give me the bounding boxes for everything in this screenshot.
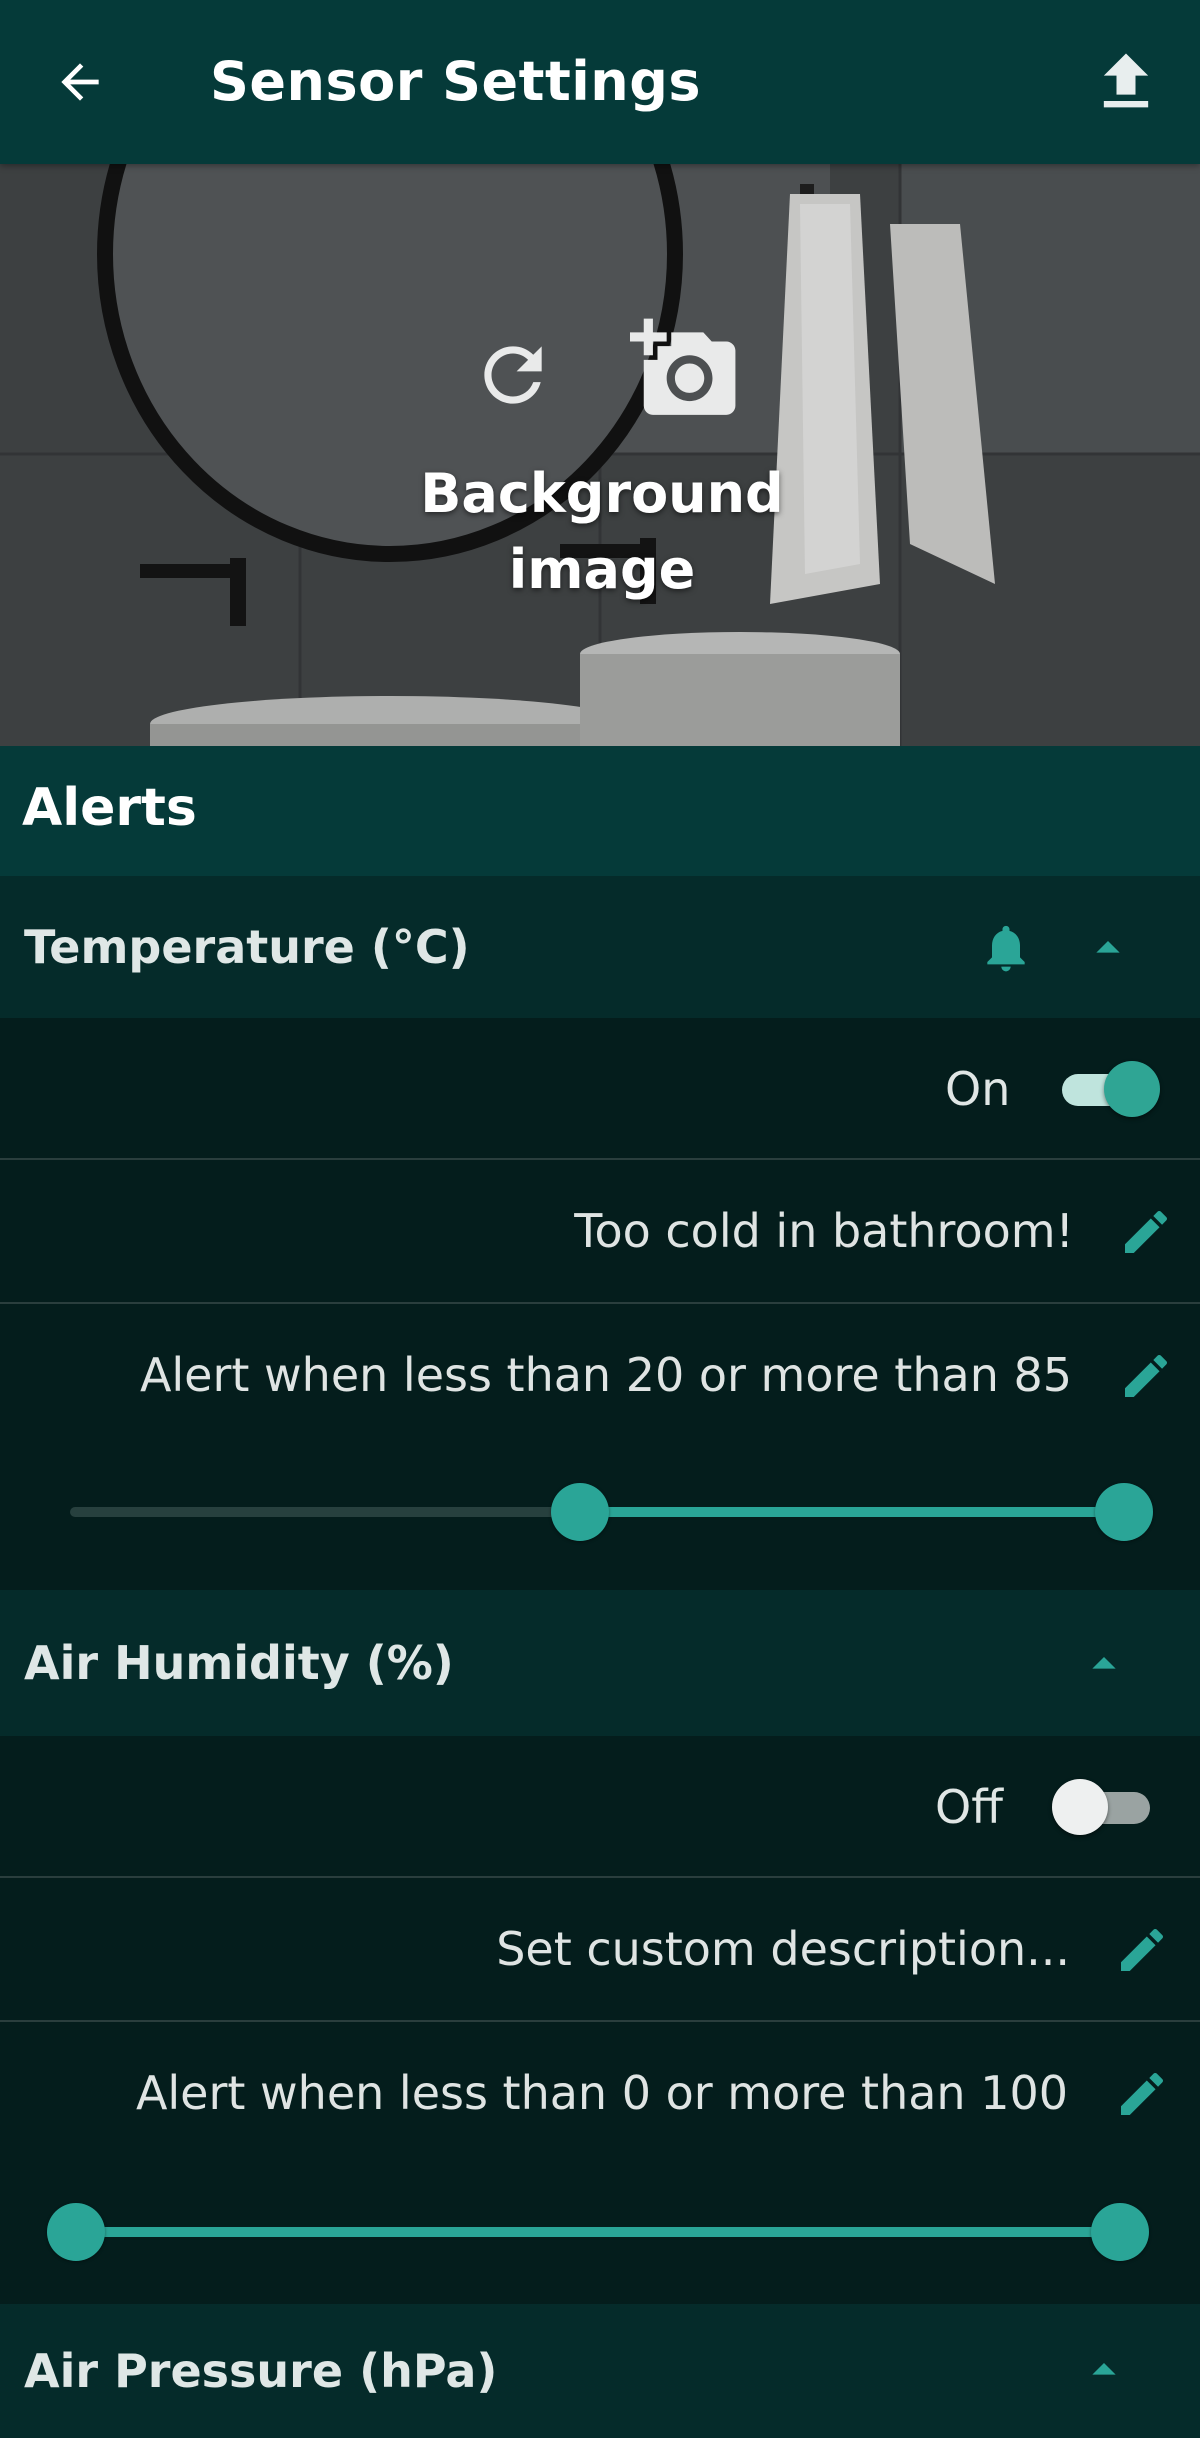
humidity-description-row[interactable]: Set custom description... bbox=[0, 1878, 1200, 2022]
humidity-range-row: Alert when less than 0 or more than 100 bbox=[0, 2022, 1200, 2304]
alert-range-text: Alert when less than 20 or more than 85 bbox=[139, 1348, 1072, 1402]
top-app-bar: Sensor Settings bbox=[0, 0, 1200, 164]
sensor-settings-screen: Sensor Settings Background image Alerts … bbox=[0, 0, 1200, 2438]
upload-icon[interactable] bbox=[1088, 44, 1164, 120]
refresh-icon[interactable] bbox=[470, 332, 556, 418]
toggle-state-label: On bbox=[945, 1062, 1011, 1116]
add-photo-icon[interactable] bbox=[630, 314, 740, 424]
collapse-caret-icon[interactable] bbox=[1076, 1636, 1132, 1692]
alerts-header: Alerts bbox=[0, 746, 1200, 876]
background-actions: Background image bbox=[0, 164, 1200, 746]
page-title: Sensor Settings bbox=[210, 50, 702, 113]
range-low-handle[interactable] bbox=[551, 1483, 609, 1541]
edit-pencil-icon[interactable] bbox=[1118, 1204, 1174, 1260]
temperature-range-slider[interactable] bbox=[0, 1472, 1200, 1552]
humidity-range-slider[interactable] bbox=[0, 2192, 1200, 2272]
temperature-alert-toggle[interactable] bbox=[1056, 1059, 1160, 1119]
temperature-range-row: Alert when less than 20 or more than 85 bbox=[0, 1304, 1200, 1590]
background-image-label: Background image bbox=[420, 462, 784, 601]
arrow-left-icon[interactable] bbox=[48, 50, 112, 114]
section-header-humidity[interactable]: Air Humidity (%) bbox=[0, 1590, 1200, 1736]
humidity-toggle-row: Off bbox=[0, 1736, 1200, 1878]
section-title-pressure: Air Pressure (hPa) bbox=[24, 2344, 498, 2398]
alerts-title: Alerts bbox=[22, 778, 197, 838]
toggle-state-label: Off bbox=[935, 1780, 1003, 1834]
range-low-handle[interactable] bbox=[47, 2203, 105, 2261]
collapse-caret-icon[interactable] bbox=[1076, 2342, 1132, 2398]
section-header-temperature[interactable]: Temperature (°C) bbox=[0, 876, 1200, 1018]
edit-pencil-icon[interactable] bbox=[1118, 1348, 1174, 1404]
alert-description-text: Too cold in bathroom! bbox=[574, 1204, 1074, 1258]
range-high-handle[interactable] bbox=[1095, 1483, 1153, 1541]
bell-icon[interactable] bbox=[978, 920, 1034, 976]
temperature-toggle-row: On bbox=[0, 1018, 1200, 1160]
temperature-description-row[interactable]: Too cold in bathroom! bbox=[0, 1160, 1200, 1304]
range-high-handle[interactable] bbox=[1091, 2203, 1149, 2261]
section-title-humidity: Air Humidity (%) bbox=[24, 1636, 454, 1690]
collapse-caret-icon[interactable] bbox=[1080, 920, 1136, 976]
alert-description-text: Set custom description... bbox=[496, 1922, 1070, 1976]
alert-range-text: Alert when less than 0 or more than 100 bbox=[135, 2066, 1068, 2120]
background-image[interactable]: Background image bbox=[0, 164, 1200, 746]
edit-pencil-icon[interactable] bbox=[1114, 2066, 1170, 2122]
section-title-temperature: Temperature (°C) bbox=[24, 920, 470, 974]
humidity-alert-toggle[interactable] bbox=[1052, 1777, 1156, 1837]
section-header-pressure[interactable]: Air Pressure (hPa) bbox=[0, 2304, 1200, 2438]
edit-pencil-icon[interactable] bbox=[1114, 1922, 1170, 1978]
